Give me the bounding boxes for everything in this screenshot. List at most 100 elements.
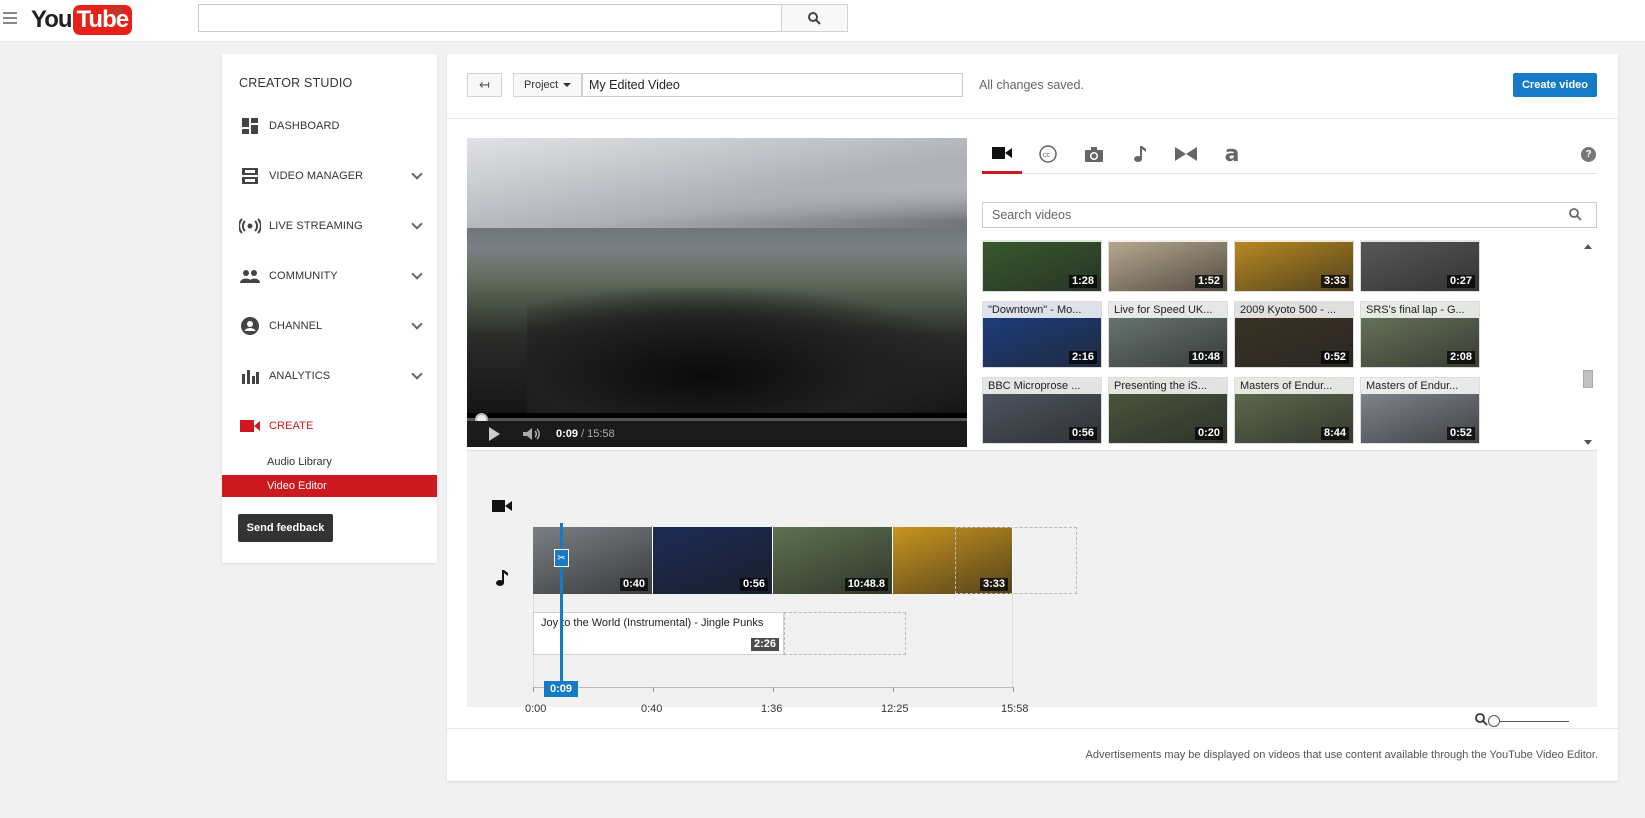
play-icon[interactable]: [489, 427, 500, 441]
project-title-input[interactable]: My Edited Video: [582, 73, 963, 97]
chevron-down-icon[interactable]: [411, 268, 423, 280]
clip-duration: 0:56: [739, 578, 768, 591]
sidebar-item-label: VIDEO MANAGER: [269, 170, 364, 182]
video-thumbnail[interactable]: BBC Microprose ... 0:56: [982, 377, 1102, 444]
video-thumbnail[interactable]: How to Annoy a P... 0:27: [1360, 240, 1480, 292]
zoom-slider-handle[interactable]: [1488, 715, 1500, 727]
project-dropdown[interactable]: Project: [513, 73, 582, 97]
sidebar-item-channel[interactable]: CHANNEL: [222, 311, 437, 341]
tab-videos[interactable]: [982, 134, 1022, 174]
create-video-button[interactable]: Create video: [1513, 73, 1597, 97]
tab-text[interactable]: a: [1212, 134, 1252, 174]
total-time: / 15:58: [581, 428, 615, 440]
scrollbar-thumb[interactable]: [1583, 370, 1593, 388]
help-icon[interactable]: ?: [1581, 147, 1596, 162]
thumbnail-title: Science Solution...: [1109, 240, 1227, 242]
ruler-tick: [773, 687, 774, 692]
thumbnail-title: BBC Microprose ...: [983, 378, 1101, 394]
video-thumbnail[interactable]: Masters of Endur... 0:52: [1360, 377, 1480, 444]
toolbar-divider: [447, 118, 1618, 119]
captions-icon: cc: [1039, 145, 1057, 163]
video-thumbnail[interactable]: Presenting the iS... 0:20: [1108, 377, 1228, 444]
menu-icon[interactable]: [3, 12, 17, 24]
video-thumbnail[interactable]: Live for Speed UK... 10:48: [1108, 301, 1228, 368]
search-icon: [808, 11, 821, 25]
video-camera-icon: [992, 146, 1012, 159]
dashboard-icon: [239, 115, 261, 137]
scroll-down-arrow-icon[interactable]: [1584, 440, 1592, 445]
video-thumbnail[interactable]: SRS's final lap - G... 2:08: [1360, 301, 1480, 368]
sidebar-item-analytics[interactable]: ANALYTICS: [222, 361, 437, 391]
transitions-icon: [1175, 147, 1197, 161]
search-videos-input[interactable]: Search videos: [982, 202, 1597, 228]
video-frame-crowd: [527, 288, 967, 413]
sidebar-item-create[interactable]: CREATE: [222, 411, 437, 441]
thumbnail-title: How to Annoy a P...: [1361, 240, 1479, 242]
video-clip[interactable]: 0:56: [653, 527, 773, 594]
video-drop-zone[interactable]: [955, 527, 1077, 594]
audio-track-icon: [496, 570, 508, 586]
player-controls: 0:09 / 15:58: [467, 421, 967, 447]
chevron-down-icon[interactable]: [411, 168, 423, 180]
thumbnail-duration: 0:56: [1068, 427, 1097, 440]
creator-studio-sidebar: CREATOR STUDIO DASHBOARD VIDEO MANAGER L…: [222, 54, 437, 563]
chevron-down-icon[interactable]: [411, 368, 423, 380]
tab-transitions[interactable]: [1166, 134, 1206, 174]
site-search-input[interactable]: [198, 4, 782, 32]
video-thumbnail[interactable]: Mr Trololo Intervi... 3:33: [1234, 240, 1354, 292]
thumbnail-duration: 10:48: [1188, 351, 1223, 364]
chevron-down-icon[interactable]: [411, 318, 423, 330]
sidebar-item-video-manager[interactable]: VIDEO MANAGER: [222, 161, 437, 191]
volume-icon[interactable]: [522, 427, 542, 441]
thumbnail-scrollbar[interactable]: [1580, 240, 1596, 450]
video-thumbnail[interactable]: 2009 Kyoto 500 - ... 0:52: [1234, 301, 1354, 368]
scroll-up-arrow-icon[interactable]: [1584, 244, 1592, 249]
sidebar-subitem-video-editor[interactable]: Video Editor: [222, 475, 437, 497]
region-label: GB: [110, 6, 124, 16]
video-thumbnail[interactable]: "Downtown" - Mo... 2:16: [982, 301, 1102, 368]
playhead-line[interactable]: [560, 523, 563, 688]
tab-photos[interactable]: [1074, 134, 1114, 174]
chevron-down-icon[interactable]: [411, 218, 423, 230]
tab-captions[interactable]: cc: [1028, 134, 1068, 174]
thumbnail-title: Mr Trololo Intervi...: [1235, 240, 1353, 242]
playhead-time-label: 0:09: [544, 681, 578, 697]
site-search-button[interactable]: [781, 4, 848, 32]
project-label: Project: [524, 79, 559, 91]
back-button[interactable]: ↤: [467, 73, 502, 97]
analytics-icon: [239, 365, 261, 387]
sidebar-item-community[interactable]: COMMUNITY: [222, 261, 437, 291]
sidebar-item-live-streaming[interactable]: LIVE STREAMING: [222, 211, 437, 241]
audio-drop-zone[interactable]: [784, 612, 906, 655]
ruler-tick: [533, 687, 534, 692]
audio-clip[interactable]: Joy to the World (Instrumental) - Jingle…: [533, 612, 784, 655]
video-clip[interactable]: 0:40: [533, 527, 653, 594]
logo-you-text: You: [31, 6, 73, 33]
sidebar-item-dashboard[interactable]: DASHBOARD: [222, 111, 437, 141]
send-feedback-button[interactable]: Send feedback: [238, 514, 333, 542]
current-time: 0:09: [556, 428, 579, 440]
zoom-slider-track[interactable]: [1492, 721, 1569, 722]
thumbnail-duration: 0:20: [1194, 427, 1223, 440]
ruler-tick-label: 12:25: [881, 703, 909, 715]
masthead: You Tube GB: [0, 0, 1645, 42]
tab-audio[interactable]: [1120, 134, 1160, 174]
video-preview-player[interactable]: 0:09 / 15:58: [467, 138, 967, 447]
ruler-tick-label: 0:40: [641, 703, 663, 715]
search-icon[interactable]: [1569, 208, 1582, 221]
video-thumbnail[interactable]: Science Solution... 1:28: [982, 240, 1102, 292]
video-clip[interactable]: 10:48.8: [773, 527, 893, 594]
video-frame-roof: [467, 138, 967, 228]
sidebar-item-label: CHANNEL: [269, 320, 323, 332]
ruler-tick-label: 1:36: [761, 703, 783, 715]
video-thumbnail[interactable]: Masters of Endur... 8:44: [1234, 377, 1354, 444]
sidebar-subitem-audio-library[interactable]: Audio Library: [222, 451, 437, 473]
thumbnail-title: "Downtown" - Mo...: [983, 302, 1101, 318]
video-thumbnail[interactable]: Science Solution... 1:52: [1108, 240, 1228, 292]
thumbnail-title: Masters of Endur...: [1235, 378, 1353, 394]
split-icon[interactable]: ✂: [554, 549, 569, 567]
sidebar-item-label: COMMUNITY: [269, 270, 338, 282]
thumbnail-duration: 8:44: [1320, 427, 1349, 440]
zoom-icon: [1475, 713, 1488, 726]
clip-duration: 10:48.8: [844, 578, 888, 591]
